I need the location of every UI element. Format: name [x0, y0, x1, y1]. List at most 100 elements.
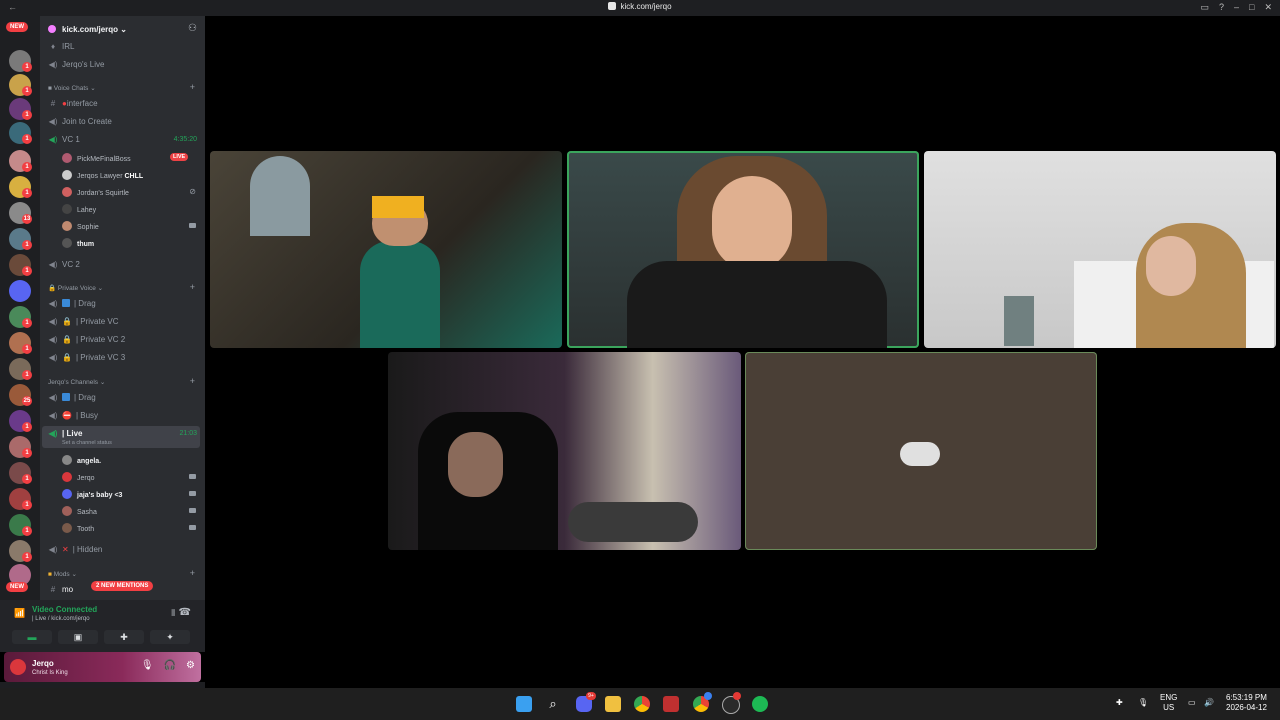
- keyboard-region: US: [1163, 703, 1175, 712]
- headphones-icon[interactable]: 🎧: [164, 660, 176, 671]
- voice-user[interactable]: Jerqos Lawyer CHLL: [62, 170, 143, 180]
- channel-join-to-create[interactable]: ◀) Join to Create: [48, 117, 112, 126]
- voice-lock-icon: ◀): [48, 317, 58, 326]
- file-explorer-icon[interactable]: [605, 696, 621, 712]
- channel-jerqos-live[interactable]: ◀) Jerqo's Live: [48, 60, 105, 69]
- video-tile[interactable]: [924, 151, 1276, 348]
- server-badge: 1: [22, 240, 32, 250]
- new-pill[interactable]: NEW: [6, 22, 28, 32]
- category-jerqos-channels[interactable]: Jerqo's Channels ⌄: [48, 378, 105, 386]
- video-tile[interactable]: [210, 151, 562, 348]
- network-icon[interactable]: ▭: [1188, 698, 1196, 708]
- voice-icon: ◀): [48, 545, 58, 554]
- new-pill-bottom[interactable]: NEW: [6, 582, 28, 592]
- avatar: [62, 204, 72, 214]
- spotify-icon[interactable]: [752, 696, 768, 712]
- add-channel-icon[interactable]: +: [190, 376, 195, 386]
- user-name[interactable]: Jerqo: [32, 659, 54, 668]
- channel-private-vc[interactable]: ◀) 🔒 | Private VC: [48, 317, 119, 326]
- server-badge: 1: [22, 474, 32, 484]
- video-button[interactable]: ▬: [12, 630, 52, 644]
- avatar: [62, 238, 72, 248]
- channel-vc1[interactable]: ◀) VC 1: [48, 135, 80, 144]
- clock[interactable]: 6:53:19 PM 2026-04-12: [1226, 693, 1267, 713]
- server-list: NEW 1 1 1 1 1 1 13 1 1 1 1 1 25 1 1 1 1 …: [0, 16, 40, 600]
- voice-user[interactable]: angela.: [62, 455, 101, 465]
- channel-private-vc-2[interactable]: ◀) 🔒 | Private VC 2: [48, 335, 126, 344]
- avatar: [62, 170, 72, 180]
- video-tile[interactable]: [388, 352, 741, 550]
- app-badge: [704, 692, 712, 700]
- windows-start-icon[interactable]: [516, 696, 532, 712]
- channel-mods[interactable]: # mo: [48, 585, 73, 594]
- signal-icon[interactable]: 📶: [14, 608, 25, 619]
- user-status[interactable]: Christ Is King: [32, 670, 68, 676]
- server-header[interactable]: kick.com/jerqo ⌄ ⚇: [40, 16, 205, 42]
- server-badge: 1: [22, 500, 32, 510]
- video-tile-avatar[interactable]: [745, 352, 1097, 550]
- camera-icon: ▬: [27, 632, 37, 642]
- lock-icon: 🔒: [62, 335, 72, 344]
- voice-user[interactable]: Lahey: [62, 204, 96, 214]
- channel-private-vc-3[interactable]: ◀) 🔒 | Private VC 3: [48, 353, 126, 362]
- close-icon[interactable]: ✕: [1264, 2, 1272, 13]
- voice-user[interactable]: thum: [62, 238, 94, 248]
- activities-button[interactable]: ✚: [104, 630, 144, 644]
- minimize-icon[interactable]: –: [1234, 2, 1239, 13]
- user-avatar[interactable]: [10, 659, 26, 675]
- microphone-icon[interactable]: 🎙: [141, 660, 154, 671]
- settings-gear-icon[interactable]: ⚙: [186, 660, 195, 671]
- new-mentions-pill[interactable]: 2 NEW MENTIONS: [91, 581, 154, 591]
- noise-suppression-icon[interactable]: ⫴: [171, 608, 175, 619]
- screen-share-button[interactable]: ▣: [58, 630, 98, 644]
- channel-status-hint[interactable]: Set a channel status: [62, 440, 112, 446]
- face-in-video: [448, 432, 503, 497]
- clock-date: 2026-04-12: [1226, 703, 1267, 712]
- chrome-icon[interactable]: [634, 696, 650, 712]
- add-channel-icon[interactable]: +: [190, 568, 195, 578]
- add-channel-icon[interactable]: +: [190, 282, 195, 292]
- category-mods[interactable]: ■ Mods ⌄: [48, 570, 77, 578]
- voice-channel-path[interactable]: | Live / kick.com/jerqo: [32, 616, 90, 622]
- category-private-voice[interactable]: 🔒 Private Voice ⌄: [48, 284, 103, 292]
- channel-drag-2[interactable]: ◀) | Drag: [48, 393, 96, 402]
- channel-irl[interactable]: ♦ IRL: [48, 42, 75, 51]
- voice-user[interactable]: Sasha: [62, 506, 97, 516]
- voice-user[interactable]: jaja's baby <3: [62, 489, 122, 499]
- category-voice-chats[interactable]: ■ Voice Chats ⌄: [48, 84, 96, 92]
- server-badge: 1: [22, 110, 32, 120]
- channel-drag[interactable]: ◀) | Drag: [48, 299, 96, 308]
- voice-user[interactable]: Sophie: [62, 221, 99, 231]
- discord-badge: 9+: [586, 692, 596, 700]
- install-app-icon[interactable]: ▭: [1200, 2, 1209, 13]
- server-badge: 1: [22, 318, 32, 328]
- server-badge: 1: [22, 552, 32, 562]
- channel-hidden[interactable]: ◀) ✕ | Hidden: [48, 545, 103, 554]
- app-icon[interactable]: [663, 696, 679, 712]
- voice-user[interactable]: PickMeFinalBoss: [62, 153, 131, 163]
- voice-icon: ◀): [48, 299, 58, 308]
- channel-interface[interactable]: # ●interface: [48, 99, 98, 108]
- invite-icon[interactable]: ⚇: [188, 23, 197, 34]
- help-icon[interactable]: ?: [1219, 2, 1224, 13]
- voice-user[interactable]: Jordan's Squirtle: [62, 187, 129, 197]
- channel-busy[interactable]: ◀) ⛔ | Busy: [48, 411, 98, 420]
- add-channel-icon[interactable]: +: [190, 82, 195, 92]
- video-tile-speaking[interactable]: [567, 151, 919, 348]
- voice-user[interactable]: Jerqo: [62, 472, 95, 482]
- address-url[interactable]: kick.com/jerqo: [0, 2, 1280, 11]
- discord-home-icon[interactable]: [9, 280, 31, 302]
- voice-user[interactable]: Tooth: [62, 523, 94, 533]
- microphone-icon[interactable]: 🎙: [1138, 698, 1148, 708]
- volume-icon[interactable]: 🔊: [1204, 698, 1214, 708]
- tray-app-icon[interactable]: ✚: [1116, 698, 1123, 708]
- disconnect-icon[interactable]: ☎: [179, 607, 191, 618]
- maximize-icon[interactable]: □: [1249, 2, 1254, 13]
- soundboard-button[interactable]: ✦: [150, 630, 190, 644]
- channel-live[interactable]: ◀) | Live: [48, 429, 83, 438]
- channel-vc2[interactable]: ◀) VC 2: [48, 260, 80, 269]
- server-badge: 1: [22, 86, 32, 96]
- language-indicator[interactable]: ENG US: [1160, 693, 1177, 713]
- camera-icon: [189, 491, 196, 496]
- search-icon[interactable]: ⌕: [545, 696, 561, 712]
